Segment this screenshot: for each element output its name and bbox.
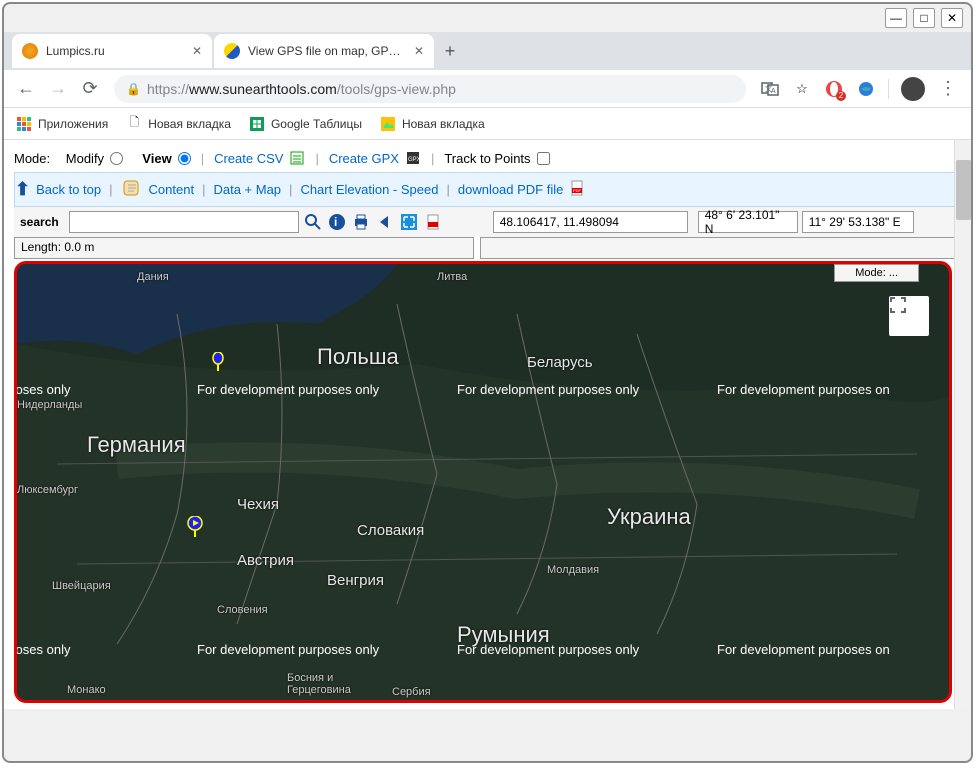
window-close[interactable]: ✕ bbox=[941, 8, 963, 28]
mode-modify-label: Modify bbox=[66, 151, 104, 166]
chart-elevation-link[interactable]: Chart Elevation - Speed bbox=[300, 182, 438, 197]
mode-label: Mode: bbox=[14, 151, 50, 166]
tab-close-icon[interactable]: ✕ bbox=[414, 44, 424, 58]
data-map-link[interactable]: Data + Map bbox=[213, 182, 281, 197]
nav-reload-icon[interactable]: ⟳ bbox=[76, 75, 104, 103]
bookmark-label: Google Таблицы bbox=[271, 117, 362, 131]
page-nav-links: ⬆ Back to top | Content | Data + Map | C… bbox=[14, 172, 961, 207]
bookmark-label: Новая вкладка bbox=[402, 117, 485, 131]
length-display: Length: 0.0 m bbox=[14, 237, 474, 259]
map-fullscreen-button[interactable] bbox=[889, 296, 929, 336]
track-to-points-label: Track to Points bbox=[444, 151, 530, 166]
info-icon[interactable]: i bbox=[327, 212, 347, 232]
extension-opera-icon[interactable] bbox=[824, 79, 844, 99]
magnify-icon[interactable] bbox=[303, 212, 323, 232]
svg-text:A: A bbox=[771, 88, 776, 95]
new-tab-button[interactable]: + bbox=[436, 37, 464, 65]
window-maximize[interactable]: □ bbox=[913, 8, 935, 28]
mode-view-label: View bbox=[142, 151, 171, 166]
map-container: Дания Литва Польша Беларусь Германия Нид… bbox=[14, 261, 952, 703]
star-icon[interactable]: ☆ bbox=[792, 79, 812, 99]
picture-icon bbox=[380, 116, 396, 132]
bookmark-new-tab-2[interactable]: Новая вкладка bbox=[380, 116, 485, 132]
nav-back-icon[interactable]: ← bbox=[12, 75, 40, 103]
apps-icon bbox=[16, 116, 32, 132]
mode-toolbar: Mode: Modify View | Create CSV | Create … bbox=[14, 144, 961, 172]
favicon-gps bbox=[224, 43, 240, 59]
bookmark-label: Приложения bbox=[38, 117, 108, 131]
map-pin-1[interactable] bbox=[212, 352, 222, 368]
download-pdf-link[interactable]: download PDF file bbox=[458, 182, 564, 197]
address-bar: ← → ⟳ 🔒 https://www.sunearthtools.com/to… bbox=[4, 70, 971, 108]
favicon-lumpics bbox=[22, 43, 38, 59]
map-pin-2[interactable] bbox=[187, 516, 197, 532]
extension-globe-icon[interactable] bbox=[856, 79, 876, 99]
tab-title: View GPS file on map, GPX, KML bbox=[248, 44, 408, 58]
svg-text:i: i bbox=[334, 215, 337, 229]
mode-modify-radio[interactable] bbox=[110, 152, 123, 165]
tab-gps-view[interactable]: View GPS file on map, GPX, KML ✕ bbox=[214, 34, 434, 68]
back-to-top-link[interactable]: Back to top bbox=[36, 182, 101, 197]
page-icon: 🗋 bbox=[126, 116, 142, 132]
length-spacer bbox=[480, 237, 961, 259]
scrollbar-thumb[interactable] bbox=[956, 160, 971, 220]
tab-bar: Lumpics.ru ✕ View GPS file on map, GPX, … bbox=[4, 32, 971, 70]
csv-icon bbox=[289, 150, 305, 166]
expand-icon[interactable] bbox=[399, 212, 419, 232]
content-link[interactable]: Content bbox=[149, 182, 195, 197]
pdf-icon: PDF bbox=[569, 180, 585, 199]
bookmark-google-sheets[interactable]: Google Таблицы bbox=[249, 116, 362, 132]
bookmark-label: Новая вкладка bbox=[148, 117, 231, 131]
up-arrow-icon: ⬆ bbox=[15, 179, 30, 200]
search-input[interactable] bbox=[69, 211, 299, 233]
window-minimize[interactable]: — bbox=[885, 8, 907, 28]
fullscreen-icon bbox=[889, 296, 907, 314]
map-mode-badge: Mode: ... bbox=[834, 264, 919, 282]
coords-dms-lon[interactable]: 11° 29' 53.138" E bbox=[802, 211, 914, 233]
search-toolbar: search i 48.106417, 11.498094 48° 6' 23.… bbox=[14, 207, 961, 237]
track-to-points-checkbox[interactable] bbox=[537, 152, 550, 165]
nav-forward-icon[interactable]: → bbox=[44, 75, 72, 103]
bookmark-new-tab-1[interactable]: 🗋 Новая вкладка bbox=[126, 116, 231, 132]
translate-icon[interactable]: 文A bbox=[760, 79, 780, 99]
page-content: Mode: Modify View | Create CSV | Create … bbox=[4, 140, 971, 709]
pdf-export-icon[interactable] bbox=[423, 212, 443, 232]
mode-view-radio[interactable] bbox=[178, 152, 191, 165]
coords-decimal[interactable]: 48.106417, 11.498094 bbox=[493, 211, 688, 233]
page-scrollbar[interactable] bbox=[954, 140, 971, 709]
back-arrow-icon[interactable] bbox=[375, 212, 395, 232]
svg-text:GPX: GPX bbox=[408, 157, 421, 163]
url-text: https://www.sunearthtools.com/tools/gps-… bbox=[147, 81, 456, 97]
profile-avatar[interactable] bbox=[901, 77, 925, 101]
create-gpx-link[interactable]: Create GPX bbox=[329, 151, 399, 166]
map-canvas[interactable]: Дания Литва Польша Беларусь Германия Нид… bbox=[17, 264, 949, 700]
scroll-icon bbox=[121, 179, 143, 200]
gpx-icon: GPX bbox=[405, 150, 421, 166]
lock-icon: 🔒 bbox=[126, 82, 141, 96]
url-input[interactable]: 🔒 https://www.sunearthtools.com/tools/gp… bbox=[114, 75, 746, 103]
sheets-icon bbox=[249, 116, 265, 132]
create-csv-link[interactable]: Create CSV bbox=[214, 151, 283, 166]
tab-close-icon[interactable]: ✕ bbox=[192, 44, 202, 58]
browser-menu-icon[interactable]: ⋮ bbox=[933, 78, 963, 99]
search-label: search bbox=[14, 215, 65, 229]
coords-dms-lat[interactable]: 48° 6' 23.101" N bbox=[698, 211, 798, 233]
bookmark-apps[interactable]: Приложения bbox=[16, 116, 108, 132]
svg-text:PDF: PDF bbox=[573, 188, 582, 193]
print-icon[interactable] bbox=[351, 212, 371, 232]
bookmarks-bar: Приложения 🗋 Новая вкладка Google Таблиц… bbox=[4, 108, 971, 140]
tab-title: Lumpics.ru bbox=[46, 44, 186, 58]
tab-lumpics[interactable]: Lumpics.ru ✕ bbox=[12, 34, 212, 68]
